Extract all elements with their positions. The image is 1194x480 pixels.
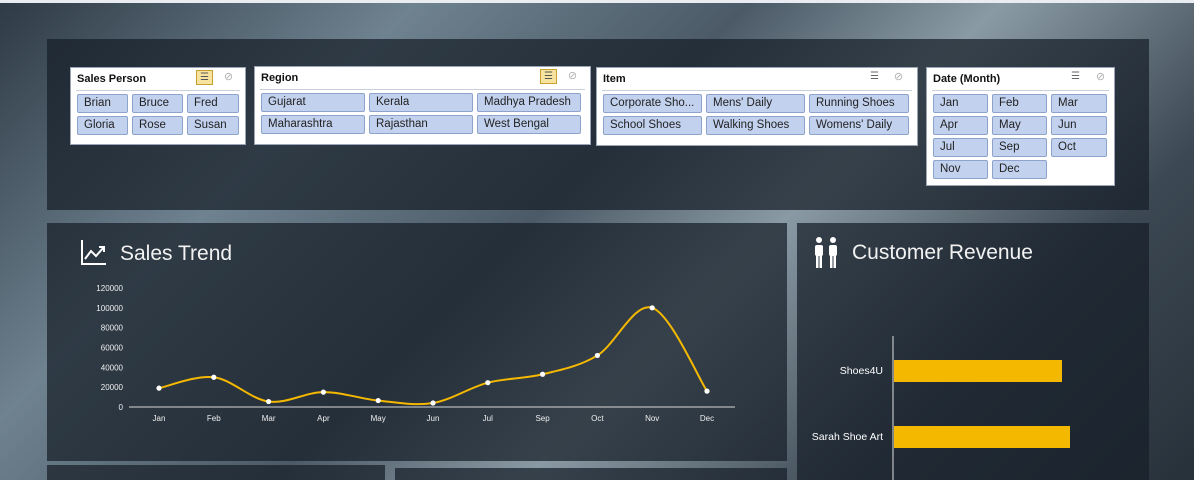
slicer-region: Region ☰ ⊘ Gujarat Kerala Madhya Pradesh…	[254, 66, 591, 145]
x-tick-label: Feb	[207, 414, 221, 423]
slicer-item-fred[interactable]: Fred	[187, 94, 239, 113]
customer-label: Shoes4U	[840, 365, 883, 377]
bottom-left-panel	[47, 465, 385, 480]
y-tick-label: 40000	[101, 363, 124, 372]
slicer-item-feb[interactable]: Feb	[992, 94, 1047, 113]
x-tick-label: Jun	[427, 414, 440, 423]
clear-filter-icon[interactable]: ⊘	[890, 70, 907, 85]
slicer-item-walking-shoes[interactable]: Walking Shoes	[706, 116, 805, 135]
slicer-item-dec[interactable]: Dec	[992, 160, 1047, 179]
multi-select-icon[interactable]: ☰	[866, 70, 883, 85]
slicer-item-gujarat[interactable]: Gujarat	[261, 93, 365, 112]
x-tick-label: Nov	[645, 414, 659, 423]
slicer-item-sep[interactable]: Sep	[992, 138, 1047, 157]
slicer-item-west-bengal[interactable]: West Bengal	[477, 115, 581, 134]
sales-trend-line	[158, 306, 708, 406]
x-tick-label: Dec	[700, 414, 714, 423]
x-tick-label: Sep	[535, 414, 550, 423]
x-tick-label: Mar	[262, 414, 276, 423]
slicer-item-apr[interactable]: Apr	[933, 116, 988, 135]
multi-select-icon[interactable]: ☰	[540, 69, 557, 84]
slicer-item-oct[interactable]: Oct	[1051, 138, 1107, 157]
y-tick-label: 120000	[96, 284, 123, 293]
customer-label: Sarah Shoe Art	[812, 431, 883, 443]
x-tick-label: Jul	[483, 414, 493, 423]
slicer-header: Region ☰ ⊘	[260, 67, 585, 90]
slicer-item-rajasthan[interactable]: Rajasthan	[369, 115, 473, 134]
data-point	[704, 388, 710, 394]
slicer-item-madhya-pradesh[interactable]: Madhya Pradesh	[477, 93, 581, 112]
x-tick-label: Oct	[591, 414, 604, 423]
slicer-panel: Sales Person ☰ ⊘ Brian Bruce Fred Gloria…	[47, 39, 1149, 210]
slicer-item-school-shoes[interactable]: School Shoes	[603, 116, 702, 135]
data-point	[156, 385, 162, 391]
sales-trend-chart: 0 20000 40000 60000 80000 100000 120000 Jan Feb M…	[96, 284, 735, 423]
y-tick-label: 80000	[101, 324, 124, 333]
slicer-item-corporate-shoes[interactable]: Corporate Sho...	[603, 94, 702, 113]
slicer-header: Item ☰ ⊘	[602, 68, 912, 91]
clear-filter-icon[interactable]: ⊘	[220, 70, 237, 85]
x-tick-label: Jan	[153, 414, 166, 423]
customer-revenue-panel: Customer Revenue Shoes4U Sarah Shoe Art	[797, 223, 1149, 480]
slicer-header: Date (Month) ☰ ⊘	[932, 68, 1109, 91]
slicer-item-nov[interactable]: Nov	[933, 160, 988, 179]
slicer-title: Sales Person	[77, 73, 147, 85]
slicer-item-womens-daily[interactable]: Womens' Daily	[809, 116, 909, 135]
multi-select-icon[interactable]: ☰	[1067, 70, 1084, 85]
slicer-item-maharashtra[interactable]: Maharashtra	[261, 115, 365, 134]
slicer-sales-person: Sales Person ☰ ⊘ Brian Bruce Fred Gloria…	[70, 67, 246, 145]
slicer-item-mens-daily[interactable]: Mens' Daily	[706, 94, 805, 113]
y-tick-label: 20000	[101, 383, 124, 392]
bottom-middle-panel	[395, 468, 787, 480]
customer-revenue-bar	[894, 360, 1062, 382]
data-point	[375, 397, 381, 404]
sales-trend-panel: Sales Trend 0 20000 40000 60000 80000 100000 1…	[47, 223, 787, 461]
slicer-item-rose[interactable]: Rose	[132, 116, 183, 135]
slicer-item-jan[interactable]: Jan	[933, 94, 988, 113]
data-point	[649, 305, 655, 311]
slicer-item-running-shoes[interactable]: Running Shoes	[809, 94, 909, 113]
data-point	[320, 389, 326, 395]
clear-filter-icon[interactable]: ⊘	[1092, 70, 1109, 85]
customer-revenue-chart: Shoes4U Sarah Shoe Art	[812, 336, 1070, 480]
slicer-date-month: Date (Month) ☰ ⊘ Jan Feb Mar Apr May Jun…	[926, 67, 1115, 186]
x-tick-label: Apr	[317, 414, 330, 423]
slicer-item-may[interactable]: May	[992, 116, 1047, 135]
data-point	[485, 380, 491, 386]
y-tick-label: 0	[119, 403, 124, 412]
slicer-item-mar[interactable]: Mar	[1051, 94, 1107, 113]
slicer-item-kerala[interactable]: Kerala	[369, 93, 473, 112]
data-point	[594, 352, 601, 359]
x-tick-label: May	[371, 414, 386, 423]
data-point	[211, 374, 217, 380]
data-point	[540, 371, 546, 377]
slicer-title: Date (Month)	[933, 73, 1001, 85]
slicer-item-jul[interactable]: Jul	[933, 138, 988, 157]
slicer-title: Region	[261, 72, 299, 84]
slicer-item-filter: Item ☰ ⊘ Corporate Sho... Mens' Daily Ru…	[596, 67, 918, 146]
slicer-item-bruce[interactable]: Bruce	[132, 94, 183, 113]
y-tick-label: 60000	[101, 344, 124, 353]
window-top-band	[0, 0, 1194, 3]
slicer-item-jun[interactable]: Jun	[1051, 116, 1107, 135]
data-point	[430, 400, 436, 406]
clear-filter-icon[interactable]: ⊘	[564, 69, 581, 84]
slicer-item-gloria[interactable]: Gloria	[77, 116, 128, 135]
customer-revenue-bar	[894, 426, 1070, 448]
data-point	[266, 398, 272, 405]
slicer-item-brian[interactable]: Brian	[77, 94, 128, 113]
slicer-header: Sales Person ☰ ⊘	[76, 68, 240, 91]
y-tick-label: 100000	[96, 304, 123, 313]
slicer-item-susan[interactable]: Susan	[187, 116, 239, 135]
multi-select-icon[interactable]: ☰	[196, 70, 213, 85]
slicer-title: Item	[603, 73, 626, 85]
